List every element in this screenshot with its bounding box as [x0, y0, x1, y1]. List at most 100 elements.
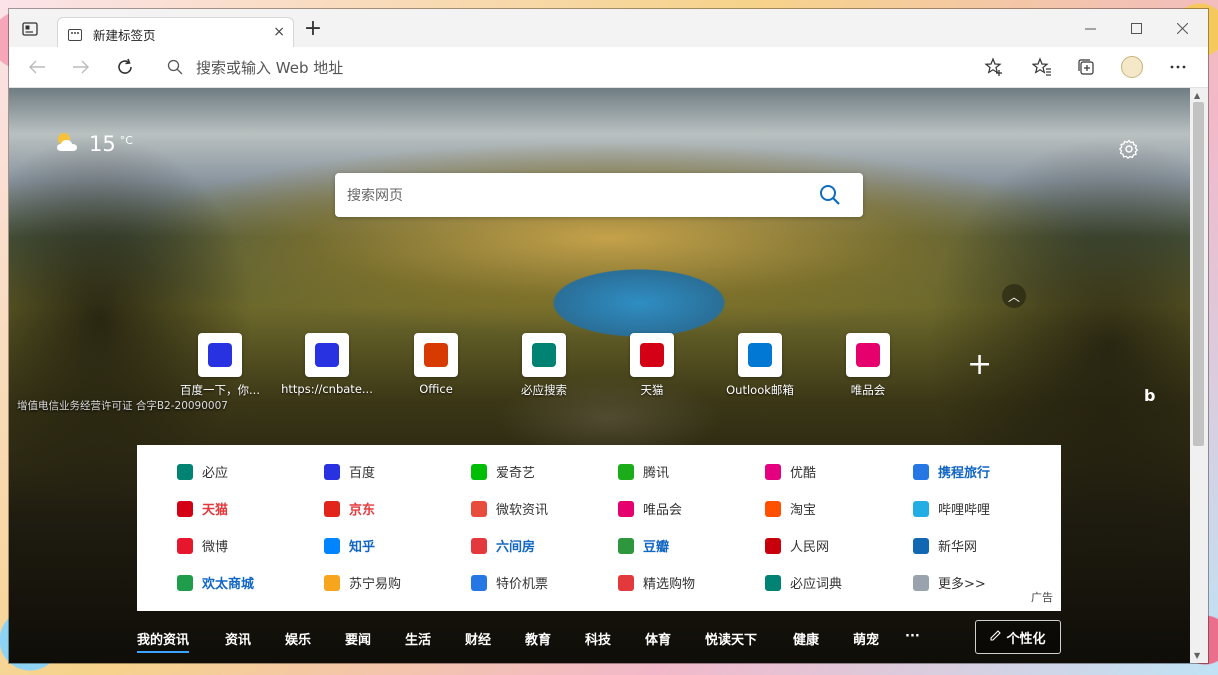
news-tab[interactable]: 娱乐: [285, 629, 311, 648]
tab-close-icon[interactable]: ×: [273, 24, 285, 40]
quick-link-label: https://cnbate...: [281, 382, 373, 396]
news-tab[interactable]: 生活: [405, 629, 431, 648]
web-search-box[interactable]: 搜索网页: [335, 173, 863, 217]
quick-link-tile[interactable]: 必应搜索: [496, 333, 592, 398]
scroll-up-arrow-icon[interactable]: ▲: [1194, 91, 1200, 100]
minimize-icon[interactable]: [1067, 15, 1113, 41]
link-item[interactable]: 精选购物: [618, 573, 695, 592]
suning-icon: [324, 574, 340, 591]
link-label: 京东: [349, 503, 376, 518]
quick-link-label: 百度一下，你...: [180, 383, 260, 397]
link-item[interactable]: 苏宁易购: [324, 573, 401, 592]
address-bar[interactable]: 搜索或输入 Web 地址: [156, 51, 1029, 83]
tab-new-tab[interactable]: 新建标签页 ×: [57, 17, 294, 47]
link-item[interactable]: 六间房: [471, 536, 535, 555]
link-item[interactable]: 知乎: [324, 536, 375, 555]
search-icon[interactable]: [819, 184, 841, 210]
link-item[interactable]: 微博: [177, 536, 228, 555]
search-input[interactable]: 搜索网页: [347, 185, 403, 205]
address-input[interactable]: 搜索或输入 Web 地址: [196, 57, 343, 78]
quick-link-tile[interactable]: Outlook邮箱: [712, 333, 808, 398]
link-label: 精选购物: [643, 577, 696, 592]
link-item[interactable]: 唯品会: [618, 499, 682, 518]
xinhua-icon: [913, 537, 929, 554]
bing-logo-icon[interactable]: b: [1144, 386, 1155, 405]
scrollbar-thumb[interactable]: [1193, 102, 1204, 446]
links-panel: 必应 百度 爱奇艺 腾讯 优酷 携程旅行天猫 京东 微软资讯 唯品会 淘宝 哔哩哔哩微博 知乎 六间房 豆…: [137, 445, 1061, 611]
link-item[interactable]: 携程旅行: [913, 462, 990, 481]
flight-icon: [471, 574, 487, 591]
news-tab[interactable]: 健康: [793, 629, 819, 648]
maximize-icon[interactable]: [1113, 15, 1159, 41]
link-item[interactable]: 百度: [324, 462, 375, 481]
news-tab[interactable]: 资讯: [225, 629, 251, 648]
taobao-icon: [765, 500, 781, 517]
search-icon: [167, 59, 183, 79]
tmall-icon: [630, 333, 674, 377]
link-item[interactable]: 必应词典: [765, 573, 842, 592]
page-settings-gear-icon[interactable]: [1118, 139, 1139, 160]
collections-icon[interactable]: [1074, 55, 1098, 79]
link-label: 欢太商城: [202, 577, 255, 592]
ad-label: 广告: [1031, 591, 1053, 604]
news-tab[interactable]: 教育: [525, 629, 551, 648]
link-item[interactable]: 优酷: [765, 462, 816, 481]
link-item[interactable]: 更多>>: [913, 573, 986, 592]
link-item[interactable]: 腾讯: [618, 462, 669, 481]
forward-icon[interactable]: [69, 55, 93, 79]
chevron-up-icon[interactable]: ︿: [1002, 284, 1026, 308]
new-tab-page-icon: [68, 26, 82, 41]
vip-icon: [618, 500, 634, 517]
link-item[interactable]: 豆瓣: [618, 536, 669, 555]
weather-widget[interactable]: 15 °C: [55, 131, 133, 157]
quick-link-tile[interactable]: 唯品会: [820, 333, 916, 398]
license-text: 增值电信业务经营许可证 合字B2-20090007: [17, 400, 228, 412]
link-item[interactable]: 爱奇艺: [471, 462, 535, 481]
link-label: 新华网: [938, 540, 978, 555]
news-tab[interactable]: 财经: [465, 629, 491, 648]
profile-avatar[interactable]: [1120, 55, 1144, 79]
quick-link-tile[interactable]: Office: [388, 333, 484, 396]
youku-icon: [765, 463, 781, 480]
link-item[interactable]: 新华网: [913, 536, 977, 555]
refresh-icon[interactable]: [113, 55, 137, 79]
link-item[interactable]: 人民网: [765, 536, 829, 555]
news-tab[interactable]: 萌宠: [853, 629, 879, 648]
personalize-button[interactable]: 个性化: [975, 620, 1061, 654]
news-tab[interactable]: 要闻: [345, 629, 371, 648]
link-item[interactable]: 必应: [177, 462, 228, 481]
favorites-icon[interactable]: [1030, 55, 1054, 79]
news-tab[interactable]: 科技: [585, 629, 611, 648]
quick-link-tile[interactable]: 天猫: [604, 333, 700, 398]
link-item[interactable]: 天猫: [177, 499, 228, 518]
news-tab[interactable]: 体育: [645, 629, 671, 648]
link-label: 携程旅行: [938, 466, 991, 481]
news-tab[interactable]: 我的资讯: [137, 629, 190, 653]
add-favorite-icon[interactable]: [982, 55, 1006, 79]
quick-link-tile[interactable]: https://cnbate...: [279, 333, 375, 396]
link-item[interactable]: 特价机票: [471, 573, 548, 592]
close-window-icon[interactable]: [1159, 15, 1205, 41]
pencil-icon: [990, 629, 1002, 645]
tab-actions-icon[interactable]: [19, 19, 41, 39]
link-item[interactable]: 欢太商城: [177, 573, 254, 592]
link-label: 六间房: [496, 540, 536, 555]
back-icon[interactable]: [25, 55, 49, 79]
more-icon: [913, 574, 929, 591]
more-tabs-icon[interactable]: ···: [905, 629, 920, 644]
add-site-button[interactable]: +: [967, 350, 992, 380]
settings-and-more-icon[interactable]: [1166, 55, 1190, 79]
link-label: 更多>>: [938, 577, 986, 592]
link-label: 微博: [202, 540, 229, 555]
link-label: 天猫: [202, 503, 229, 518]
link-item[interactable]: 京东: [324, 499, 375, 518]
link-item[interactable]: 微软资讯: [471, 499, 548, 518]
link-label: 腾讯: [643, 466, 670, 481]
page-scrollbar[interactable]: ▲ ▼: [1190, 88, 1208, 663]
scroll-down-arrow-icon[interactable]: ▼: [1194, 651, 1200, 660]
new-tab-button[interactable]: +: [302, 18, 324, 40]
link-item[interactable]: 哔哩哔哩: [913, 499, 990, 518]
link-item[interactable]: 淘宝: [765, 499, 816, 518]
quick-link-tile[interactable]: 百度一下，你...: [172, 333, 268, 398]
news-tab[interactable]: 悦读天下: [705, 629, 757, 648]
